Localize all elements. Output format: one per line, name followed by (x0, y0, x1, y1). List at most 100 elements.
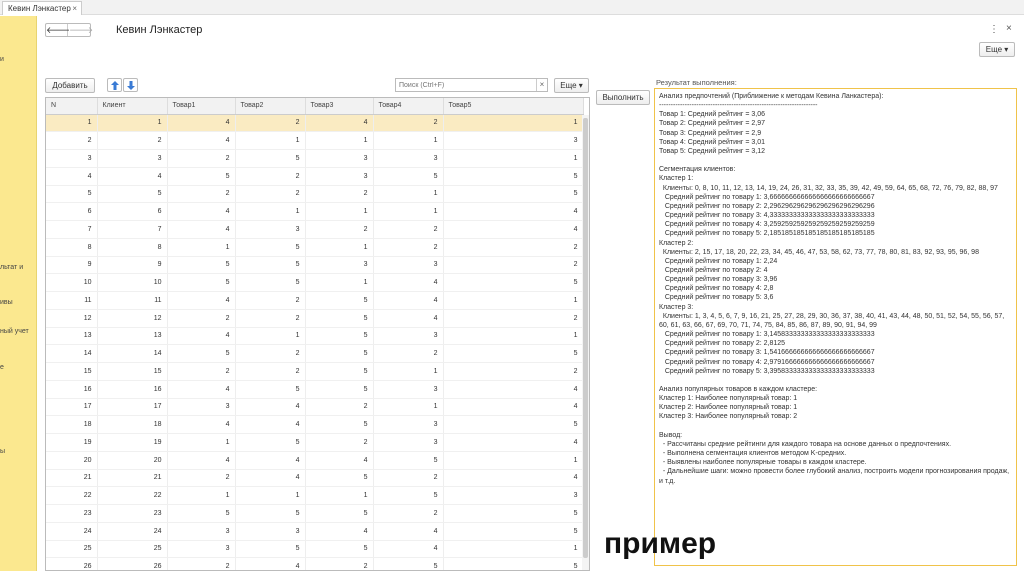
table-cell[interactable]: 3 (97, 149, 168, 168)
column-header[interactable]: Товар2 (235, 98, 306, 115)
back-arrow-icon[interactable]: 🡐 (46, 24, 70, 36)
table-cell[interactable]: 3 (305, 256, 374, 275)
table-cell[interactable]: 5 (305, 540, 374, 559)
vertical-scrollbar[interactable] (582, 115, 589, 570)
table-cell[interactable]: 3 (305, 149, 374, 168)
table-row[interactable]: 15 15 2 2 5 1 2 (46, 362, 584, 381)
table-row[interactable]: 24 24 3 3 4 4 5 (46, 522, 584, 541)
table-cell[interactable]: 2 (235, 167, 306, 186)
table-cell[interactable]: 1 (97, 114, 168, 133)
table-cell[interactable]: 5 (235, 380, 306, 399)
search-input[interactable] (396, 79, 536, 91)
table-cell[interactable]: 4 (46, 167, 98, 186)
table-cell[interactable]: 13 (97, 327, 168, 346)
table-cell[interactable]: 4 (373, 540, 444, 559)
table-row[interactable]: 14 14 5 2 5 2 5 (46, 344, 584, 363)
table-cell[interactable]: 8 (97, 238, 168, 257)
table-cell[interactable]: 24 (97, 522, 168, 541)
tab-kevin-lancaster[interactable]: Кевин Лэнкастер × (2, 1, 82, 15)
table-cell[interactable]: 5 (167, 344, 236, 363)
table-cell[interactable]: 3 (305, 167, 374, 186)
table-row[interactable]: 26 26 2 4 2 5 5 (46, 557, 584, 570)
table-cell[interactable]: 4 (235, 398, 306, 417)
table-cell[interactable]: 5 (235, 238, 306, 257)
table-cell[interactable]: 1 (373, 131, 444, 150)
table-row[interactable]: 10 10 5 5 1 4 5 (46, 273, 584, 292)
table-cell[interactable]: 4 (167, 380, 236, 399)
table-cell[interactable]: 19 (46, 433, 98, 452)
table-cell[interactable]: 15 (46, 362, 98, 381)
table-cell[interactable]: 9 (46, 256, 98, 275)
table-cell[interactable]: 15 (97, 362, 168, 381)
move-down-button[interactable] (123, 78, 138, 92)
table-cell[interactable]: 4 (305, 451, 374, 470)
table-cell[interactable]: 2 (373, 238, 444, 257)
table-cell[interactable]: 2 (373, 114, 444, 133)
table-cell[interactable]: 1 (443, 327, 584, 346)
add-button[interactable]: Добавить (45, 78, 95, 93)
table-cell[interactable]: 20 (97, 451, 168, 470)
table-cell[interactable]: 2 (46, 131, 98, 150)
table-cell[interactable]: 3 (235, 220, 306, 239)
table-cell[interactable]: 2 (373, 504, 444, 523)
table-cell[interactable]: 3 (373, 433, 444, 452)
table-cell[interactable]: 2 (305, 557, 374, 570)
table-cell[interactable]: 2 (443, 362, 584, 381)
table-cell[interactable]: 1 (373, 202, 444, 221)
table-cell[interactable]: 7 (97, 220, 168, 239)
table-cell[interactable]: 24 (46, 522, 98, 541)
table-cell[interactable]: 17 (46, 398, 98, 417)
table-row[interactable]: 3325331 (46, 149, 584, 168)
table-row[interactable]: 9955332 (46, 256, 584, 275)
table-cell[interactable]: 2 (235, 114, 306, 133)
table-cell[interactable]: 3 (167, 540, 236, 559)
table-cell[interactable]: 9 (97, 256, 168, 275)
close-form-icon[interactable]: × (1006, 23, 1012, 34)
table-cell[interactable]: 3 (373, 149, 444, 168)
table-row[interactable]: 23 23 5 5 5 2 5 (46, 504, 584, 523)
table-cell[interactable]: 6 (46, 202, 98, 221)
table-cell[interactable]: 2 (305, 433, 374, 452)
table-cell[interactable]: 4 (443, 398, 584, 417)
table-cell[interactable]: 2 (443, 256, 584, 275)
table-cell[interactable]: 22 (46, 486, 98, 505)
tab-close-icon[interactable]: × (72, 2, 77, 15)
table-cell[interactable]: 4 (373, 522, 444, 541)
column-header[interactable]: N (46, 98, 98, 115)
table-cell[interactable]: 2 (373, 220, 444, 239)
table-cell[interactable]: 5 (235, 256, 306, 275)
table-cell[interactable]: 17 (97, 398, 168, 417)
table-cell[interactable]: 1 (235, 327, 306, 346)
table-cell[interactable]: 4 (443, 220, 584, 239)
table-row[interactable]: 25 25 3 5 5 4 1 (46, 540, 584, 559)
table-cell[interactable]: 1 (373, 362, 444, 381)
table-row[interactable]: 8815122 (46, 238, 584, 257)
sidebar-item-2[interactable]: льтат и (0, 264, 23, 271)
table-cell[interactable]: 2 (373, 344, 444, 363)
table-row[interactable]: 17 17 3 4 2 1 4 (46, 398, 584, 417)
table-cell[interactable]: 4 (235, 469, 306, 488)
table-row[interactable]: 12 12 2 2 5 4 2 (46, 309, 584, 328)
table-cell[interactable]: 21 (46, 469, 98, 488)
table-cell[interactable]: 5 (305, 344, 374, 363)
table-cell[interactable]: 2 (443, 238, 584, 257)
table-cell[interactable]: 4 (235, 451, 306, 470)
table-cell[interactable]: 1 (305, 131, 374, 150)
table-cell[interactable]: 5 (305, 327, 374, 346)
table-cell[interactable]: 1 (373, 185, 444, 204)
table-cell[interactable]: 3 (167, 522, 236, 541)
table-cell[interactable]: 4 (97, 167, 168, 186)
table-cell[interactable]: 1 (443, 291, 584, 310)
table-cell[interactable]: 2 (443, 309, 584, 328)
table-cell[interactable]: 5 (443, 185, 584, 204)
table-cell[interactable]: 22 (97, 486, 168, 505)
table-cell[interactable]: 4 (443, 380, 584, 399)
table-cell[interactable]: 10 (97, 273, 168, 292)
table-cell[interactable]: 4 (305, 522, 374, 541)
table-cell[interactable]: 2 (167, 149, 236, 168)
forward-arrow-icon[interactable]: 🡒 (69, 24, 93, 36)
table-cell[interactable]: 25 (97, 540, 168, 559)
table-cell[interactable]: 4 (167, 327, 236, 346)
table-cell[interactable]: 5 (235, 433, 306, 452)
table-cell[interactable]: 5 (443, 273, 584, 292)
